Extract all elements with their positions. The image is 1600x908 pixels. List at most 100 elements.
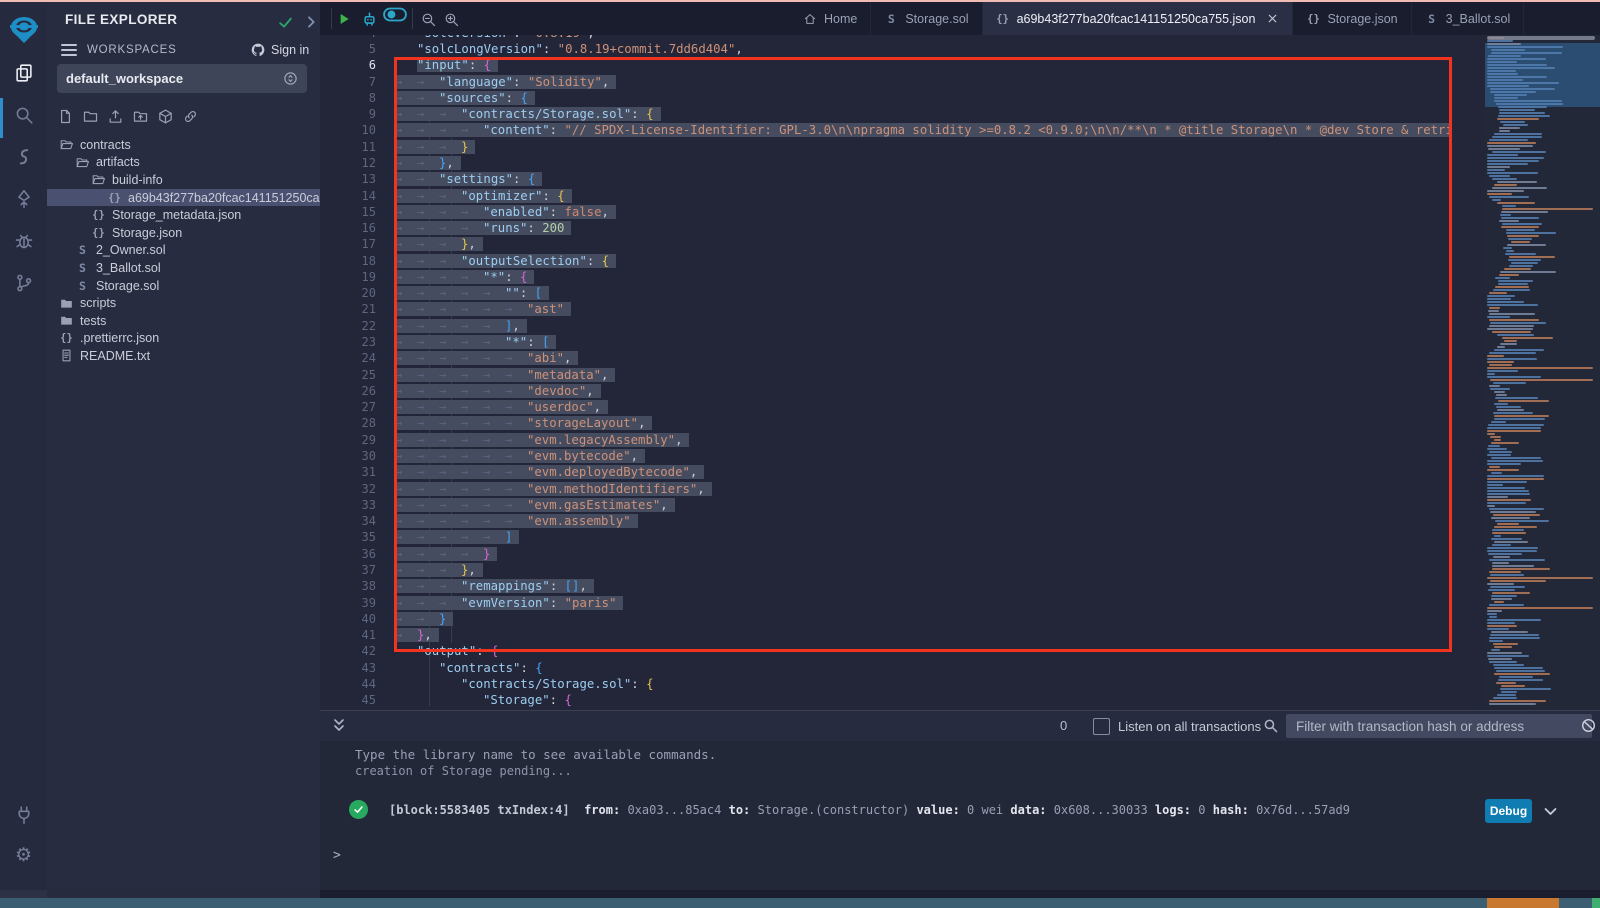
code-line-39: →→→"evmVersion": "paris" [395, 595, 623, 611]
workspace-select[interactable]: default_workspace [57, 64, 307, 93]
tab-storage-sol[interactable]: SStorage.sol [871, 2, 982, 35]
minimap-line [1487, 193, 1512, 195]
minimap[interactable] [1485, 35, 1600, 710]
minimap-line [1497, 694, 1516, 696]
transaction-filter-input[interactable] [1286, 714, 1592, 738]
minimap-line [1487, 358, 1537, 360]
create-link-icon[interactable] [182, 108, 199, 125]
tree-item--prettierrc-json[interactable]: {}.prettierrc.json [47, 330, 320, 348]
minimap-line [1498, 400, 1549, 402]
minimap-line [1499, 130, 1510, 132]
github-icon [250, 42, 266, 58]
git-icon[interactable] [13, 272, 35, 294]
json-icon: {} [91, 208, 106, 223]
status-strip [320, 890, 1600, 898]
minimap-line [1489, 700, 1546, 702]
terminal-prompt[interactable]: > [333, 848, 341, 863]
close-tab-icon[interactable] [1266, 12, 1279, 25]
listen-all-transactions-checkbox[interactable] [1093, 718, 1110, 735]
plugin-manager-icon[interactable] [13, 804, 35, 826]
zoom-in-button[interactable] [443, 11, 460, 28]
upload-file-icon[interactable] [107, 108, 124, 125]
sol-icon: S [1425, 12, 1439, 26]
status-strip [47, 890, 320, 898]
tree-item-tests[interactable]: tests [47, 312, 320, 330]
upload-folder-icon[interactable] [132, 108, 149, 125]
editor-toggle-button[interactable] [383, 7, 407, 22]
tree-item-2-owner-sol[interactable]: S2_Owner.sol [47, 242, 320, 260]
search-icon[interactable] [1262, 717, 1279, 734]
deploy-run-icon[interactable] [13, 188, 35, 210]
minimap-line [1487, 502, 1526, 504]
code-editor[interactable]: 4567891011121314151617181920212223242526… [320, 35, 1485, 710]
clear-console-icon[interactable] [1580, 717, 1597, 734]
expand-terminal-icon[interactable] [331, 716, 347, 736]
scrollbar-thumb[interactable] [1487, 36, 1595, 40]
sign-in-button[interactable]: Sign in [250, 42, 309, 58]
minimap-line [1487, 166, 1510, 168]
debug-button[interactable]: Debug [1485, 799, 1532, 823]
minimap-line [1489, 637, 1540, 639]
code-line-7: →→"language": "Solidity", [395, 74, 616, 90]
tree-item-storage-json[interactable]: {}Storage.json [47, 224, 320, 242]
minimap-line [1501, 691, 1517, 693]
minimap-line [1489, 196, 1529, 198]
minimap-line [1487, 85, 1529, 87]
debugger-icon[interactable] [13, 230, 35, 252]
tree-item-build-info[interactable]: build-info [47, 171, 320, 189]
minimap-line [1489, 325, 1534, 327]
minimap-line [1501, 217, 1539, 219]
run-script-button[interactable] [336, 11, 352, 27]
tree-item-a69b43f277ba20fcac141151250ca7-[interactable]: {}a69b43f277ba20fcac141151250ca7... [47, 189, 320, 207]
minimap-line [1491, 472, 1502, 474]
create-new-folder-icon[interactable] [82, 108, 99, 125]
tree-item-3-ballot-sol[interactable]: S3_Ballot.sol [47, 259, 320, 277]
code-line-38: →→→"remappings": [], [395, 578, 594, 594]
tree-item-contracts[interactable]: contracts [47, 136, 320, 154]
search-icon[interactable] [13, 104, 35, 126]
minimap-line [1501, 685, 1525, 687]
tree-item-storage-metadata-json[interactable]: {}Storage_metadata.json [47, 206, 320, 224]
code-line-42: "output": { [395, 643, 498, 659]
tree-item-scripts[interactable]: scripts [47, 294, 320, 312]
workspaces-menu-icon[interactable] [61, 44, 77, 57]
tab-3-ballot-sol[interactable]: S3_Ballot.sol [1412, 2, 1525, 35]
minimap-line [1487, 172, 1538, 174]
line-number: 10 [330, 122, 376, 138]
minimap-line [1497, 409, 1524, 411]
minimap-line [1490, 88, 1555, 90]
zoom-out-button[interactable] [420, 11, 437, 28]
check-icon [277, 14, 294, 31]
tab-storage-json[interactable]: {}Storage.json [1293, 2, 1411, 35]
minimap-line [1487, 475, 1544, 477]
tree-item-artifacts[interactable]: artifacts [47, 154, 320, 172]
minimap-line [1487, 70, 1516, 72]
remix-ai-assistant-button[interactable] [360, 10, 379, 29]
file-explorer-icon[interactable] [13, 62, 35, 84]
code-line-12: →→}, [395, 155, 461, 171]
create-new-file-icon[interactable] [57, 108, 74, 125]
minimap-line [1489, 319, 1539, 321]
tab-home[interactable]: Home [790, 2, 871, 35]
line-number: 30 [330, 448, 376, 464]
json-icon: {} [91, 225, 106, 240]
chevron-down-icon[interactable] [1542, 803, 1559, 820]
code-line-19: →→→→"*": { [395, 269, 534, 285]
tree-item-storage-sol[interactable]: SStorage.sol [47, 277, 320, 295]
settings-icon[interactable]: ⚙ [13, 844, 35, 866]
minimap-line [1494, 418, 1545, 420]
minimap-line [1487, 61, 1517, 63]
minimap-line [1487, 316, 1510, 318]
workspace-name: default_workspace [66, 71, 183, 86]
tab-a69b43f277ba20fcac141151250ca755-json[interactable]: {}a69b43f277ba20fcac141151250ca755.json [983, 2, 1294, 35]
tree-item-readme-txt[interactable]: README.txt [47, 347, 320, 365]
publish-to-ipfs-icon[interactable] [157, 108, 174, 125]
code-line-9: →→→"contracts/Storage.sol": { [395, 106, 661, 122]
minimap-line [1487, 622, 1515, 624]
sign-in-label: Sign in [271, 43, 309, 57]
minimap-line [1494, 349, 1544, 351]
solidity-compiler-icon[interactable] [13, 146, 35, 168]
transaction-log-line: [block:5583405 txIndex:4] from: 0xa03...… [389, 803, 1357, 817]
chevron-right-icon[interactable] [303, 14, 319, 30]
tree-item-label: build-info [112, 173, 163, 187]
